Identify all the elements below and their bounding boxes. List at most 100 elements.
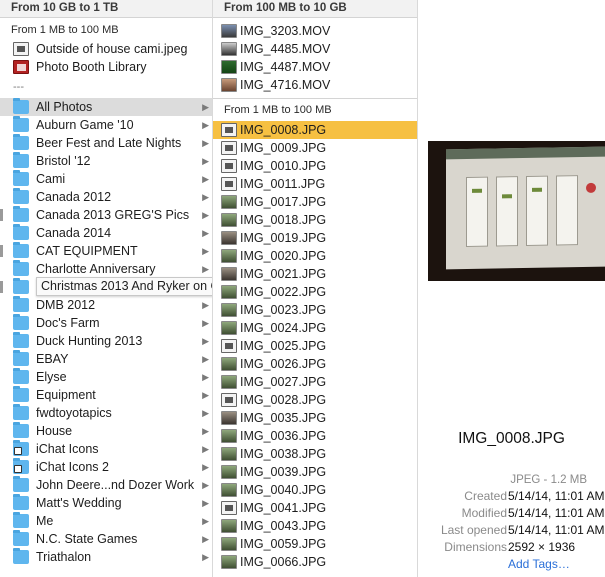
folder-row[interactable]: iChat Icons ▶ <box>0 440 212 458</box>
folder-row[interactable]: Duck Hunting 2013 ▶ <box>0 332 212 350</box>
disclosure-mark <box>0 245 3 257</box>
finder-column-2[interactable]: From 100 MB to 10 GB IMG_3203.MOV IMG_448… <box>213 0 418 577</box>
folder-name: Equipment <box>36 388 96 402</box>
folder-row[interactable]: Me ▶ <box>0 512 212 530</box>
photo-thumbnail-icon <box>221 393 237 407</box>
folder-row[interactable]: N.C. State Games ▶ <box>0 530 212 548</box>
folder-name: Christmas 2013 And Ryker on CAT <box>36 277 212 296</box>
photo-row[interactable]: IMG_0017.JPG <box>213 193 417 211</box>
folder-name: Duck Hunting 2013 <box>36 334 143 348</box>
photo-name: IMG_0026.JPG <box>240 357 327 371</box>
folder-row[interactable]: EBAY ▶ <box>0 350 212 368</box>
photo-row[interactable]: IMG_0059.JPG <box>213 535 417 553</box>
photo-row[interactable]: IMG_0028.JPG <box>213 391 417 409</box>
photo-row[interactable]: IMG_0066.JPG <box>213 553 417 571</box>
photo-row[interactable]: IMG_0009.JPG <box>213 139 417 157</box>
folder-icon <box>13 224 29 240</box>
photo-row[interactable]: IMG_0038.JPG <box>213 445 417 463</box>
folder-row[interactable]: Triathalon ▶ <box>0 548 212 566</box>
photo-row[interactable]: IMG_0011.JPG <box>213 175 417 193</box>
folder-icon <box>13 386 29 402</box>
folder-row[interactable]: Christmas 2013 And Ryker on CAT <box>0 277 212 296</box>
photo-row[interactable]: IMG_0023.JPG <box>213 301 417 319</box>
photo-row[interactable]: IMG_0010.JPG <box>213 157 417 175</box>
photo-row[interactable]: IMG_0019.JPG <box>213 229 417 247</box>
folder-row[interactable]: Canada 2012 ▶ <box>0 188 212 206</box>
folder-row[interactable]: Charlotte Anniversary ▶ <box>0 260 212 278</box>
photo-row[interactable]: IMG_0020.JPG <box>213 247 417 265</box>
photo-row[interactable]: IMG_0035.JPG <box>213 409 417 427</box>
folder-row[interactable]: John Deere...nd Dozer Work ▶ <box>0 476 212 494</box>
photo-booth-library-icon <box>13 60 29 74</box>
photo-row[interactable]: IMG_0043.JPG <box>213 517 417 535</box>
photo-row[interactable]: IMG_0027.JPG <box>213 373 417 391</box>
movie-row[interactable]: IMG_4487.MOV <box>213 58 417 76</box>
meta-value: 5/14/14, 11:01 AM <box>508 489 605 503</box>
folder-icon <box>13 476 29 492</box>
folder-name: Canada 2014 <box>36 226 112 240</box>
photo-name: IMG_0066.JPG <box>240 555 327 569</box>
disclosure-mark <box>0 209 3 221</box>
folder-row[interactable]: Equipment ▶ <box>0 386 212 404</box>
finder-column-1[interactable]: From 10 GB to 1 TB From 1 MB to 100 MB O… <box>0 0 213 577</box>
photo-row[interactable]: IMG_0025.JPG <box>213 337 417 355</box>
meta-row: Dimensions 2592 × 1936 <box>418 540 605 557</box>
photo-row[interactable]: IMG_0018.JPG <box>213 211 417 229</box>
folder-name: EBAY <box>36 352 69 366</box>
photo-thumbnail-icon <box>221 141 237 155</box>
folder-row[interactable]: Canada 2014 ▶ <box>0 224 212 242</box>
folder-row[interactable]: Beer Fest and Late Nights ▶ <box>0 134 212 152</box>
movie-name: IMG_3203.MOV <box>240 24 331 38</box>
photo-row[interactable]: IMG_0021.JPG <box>213 265 417 283</box>
folder-row[interactable]: Cami ▶ <box>0 170 212 188</box>
movie-row[interactable]: IMG_3203.MOV <box>213 22 417 40</box>
folder-name: Doc's Farm <box>36 316 100 330</box>
chevron-right-icon: ▶ <box>202 516 209 526</box>
folder-row[interactable]: All Photos ▶ <box>0 98 212 116</box>
file-row[interactable]: Outside of house cami.jpeg <box>0 40 212 58</box>
folder-row[interactable]: fwdtoyotapics ▶ <box>0 404 212 422</box>
folder-row[interactable]: Canada 2013 GREG'S Pics ▶ <box>0 206 212 224</box>
photo-name: IMG_0059.JPG <box>240 537 327 551</box>
movie-name: IMG_4485.MOV <box>240 42 331 56</box>
photo-name: IMG_0025.JPG <box>240 339 327 353</box>
preview-image[interactable] <box>428 141 605 281</box>
folder-row[interactable]: CAT EQUIPMENT ▶ <box>0 242 212 260</box>
photo-name: IMG_0022.JPG <box>240 285 327 299</box>
photo-row[interactable]: IMG_0036.JPG <box>213 427 417 445</box>
photo-name: IMG_0019.JPG <box>240 231 327 245</box>
file-name: Photo Booth Library <box>36 60 147 74</box>
photo-row[interactable]: IMG_0026.JPG <box>213 355 417 373</box>
movie-row[interactable]: IMG_4716.MOV <box>213 76 417 94</box>
add-tags-link[interactable]: Add Tags… <box>508 557 570 571</box>
photo-row[interactable]: IMG_0024.JPG <box>213 319 417 337</box>
movie-row[interactable]: IMG_4485.MOV <box>213 40 417 58</box>
folder-row[interactable]: iChat Icons 2 ▶ <box>0 458 212 476</box>
photo-row[interactable]: IMG_0008.JPG <box>213 121 417 139</box>
chevron-right-icon: ▶ <box>202 192 209 202</box>
photo-row[interactable]: IMG_0039.JPG <box>213 463 417 481</box>
folder-row[interactable]: Elyse ▶ <box>0 368 212 386</box>
group-header-10gb-1tb: From 10 GB to 1 TB <box>0 0 212 18</box>
folder-icon <box>13 512 29 528</box>
group-header-1mb-100mb-photos: From 1 MB to 100 MB <box>213 98 417 121</box>
folder-row[interactable]: House ▶ <box>0 422 212 440</box>
photo-name: IMG_0021.JPG <box>240 267 327 281</box>
folder-icon <box>13 134 29 150</box>
folder-row[interactable]: Doc's Farm ▶ <box>0 314 212 332</box>
photo-row[interactable]: IMG_0040.JPG <box>213 481 417 499</box>
photo-thumbnail-icon <box>221 501 237 515</box>
chevron-right-icon: ▶ <box>202 210 209 220</box>
folder-row[interactable]: Bristol '12 ▶ <box>0 152 212 170</box>
chevron-right-icon: ▶ <box>202 318 209 328</box>
image-file-icon <box>13 42 29 56</box>
chevron-right-icon: ▶ <box>202 228 209 238</box>
photo-name: IMG_0008.JPG <box>240 123 327 137</box>
folder-row[interactable]: Auburn Game '10 ▶ <box>0 116 212 134</box>
photo-row[interactable]: IMG_0022.JPG <box>213 283 417 301</box>
file-row[interactable]: Photo Booth Library <box>0 58 212 76</box>
photo-row[interactable]: IMG_0041.JPG <box>213 499 417 517</box>
folder-row[interactable]: Matt's Wedding ▶ <box>0 494 212 512</box>
folder-name: Charlotte Anniversary <box>36 262 156 276</box>
folder-row[interactable]: DMB 2012 ▶ <box>0 296 212 314</box>
